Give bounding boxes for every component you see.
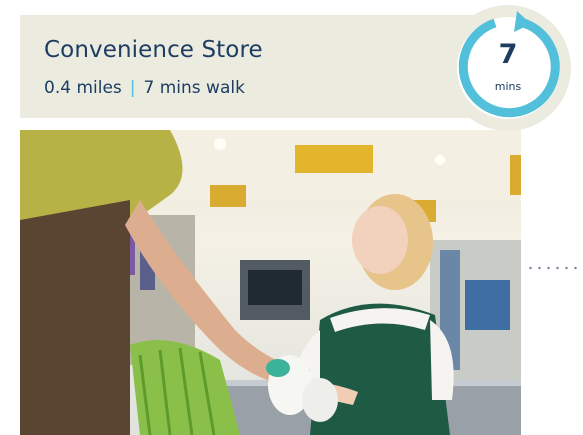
walk-time-text: 7 mins walk <box>143 78 245 98</box>
dotted-connector <box>526 265 578 271</box>
store-title: Convenience Store <box>44 37 263 63</box>
store-header: Convenience Store 0.4 miles | 7 mins walk <box>20 15 480 118</box>
distance-text: 0.4 miles <box>44 78 122 98</box>
badge-value: 7 <box>498 39 518 70</box>
cashier-illustration <box>20 130 521 435</box>
meta-separator: | <box>129 78 136 98</box>
badge-unit: mins <box>494 80 522 93</box>
time-badge: 7 mins <box>445 5 571 131</box>
store-meta: 0.4 miles | 7 mins walk <box>44 78 245 98</box>
shop-photo <box>20 130 521 435</box>
